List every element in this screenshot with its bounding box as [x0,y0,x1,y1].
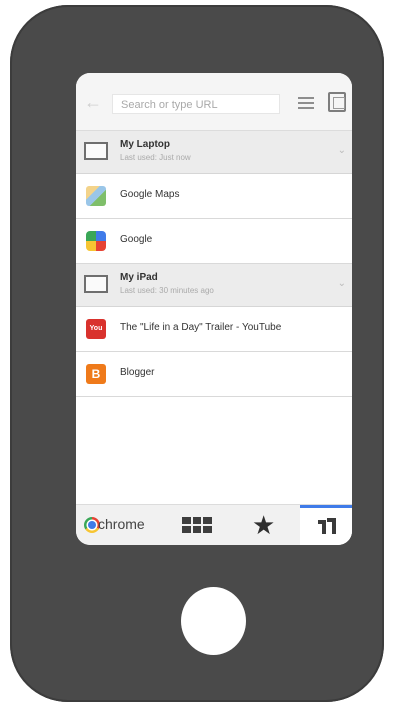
most-visited-grid-icon[interactable] [182,517,212,533]
google-maps-icon [86,186,106,206]
menu-icon[interactable] [298,94,314,110]
list-item-label: Google [120,234,153,245]
omnibox-input[interactable]: Search or type URL [112,94,280,114]
device-last-used: Last used: Just now [120,153,191,162]
chevron-down-icon: ⌄ [337,145,346,156]
laptop-icon [84,142,108,160]
phone-body: ← Search or type URL My Laptop Last used… [10,5,384,702]
tablet-icon [84,275,108,293]
list-item[interactable]: Google [76,219,352,264]
youtube-icon: You [86,319,106,339]
device-header-laptop[interactable]: My Laptop Last used: Just now ⌄ [76,131,352,174]
google-icon [86,231,106,251]
other-devices-tab[interactable] [300,505,352,545]
list-item[interactable]: You The "Life in a Day" Trailer - YouTub… [76,307,352,352]
chevron-down-icon: ⌄ [337,278,346,289]
device-name: My iPad [120,272,158,283]
chrome-wordmark: chrome [98,516,145,532]
list-item-label: The "Life in a Day" Trailer - YouTube [120,322,282,333]
list-item[interactable]: Google Maps [76,174,352,219]
bookmarks-star-icon[interactable]: ★ [252,510,275,540]
home-button[interactable] [181,587,246,655]
list-item-label: Blogger [120,367,155,378]
device-header-ipad[interactable]: My iPad Last used: 30 minutes ago ⌄ [76,264,352,307]
list-item[interactable]: B Blogger [76,352,352,397]
other-devices-icon [318,518,336,534]
back-arrow-icon[interactable]: ← [84,93,102,111]
browser-toolbar: ← Search or type URL [76,73,352,131]
other-devices-list: My Laptop Last used: Just now ⌄ Google M… [76,131,352,397]
blogger-icon: B [86,364,106,384]
list-item-label: Google Maps [120,189,180,200]
tab-switcher-icon[interactable] [328,92,346,112]
phone-screen: ← Search or type URL My Laptop Last used… [76,73,352,545]
device-last-used: Last used: 30 minutes ago [120,286,214,295]
device-name: My Laptop [120,139,170,150]
bottom-toolbar: chrome ★ [76,504,352,545]
